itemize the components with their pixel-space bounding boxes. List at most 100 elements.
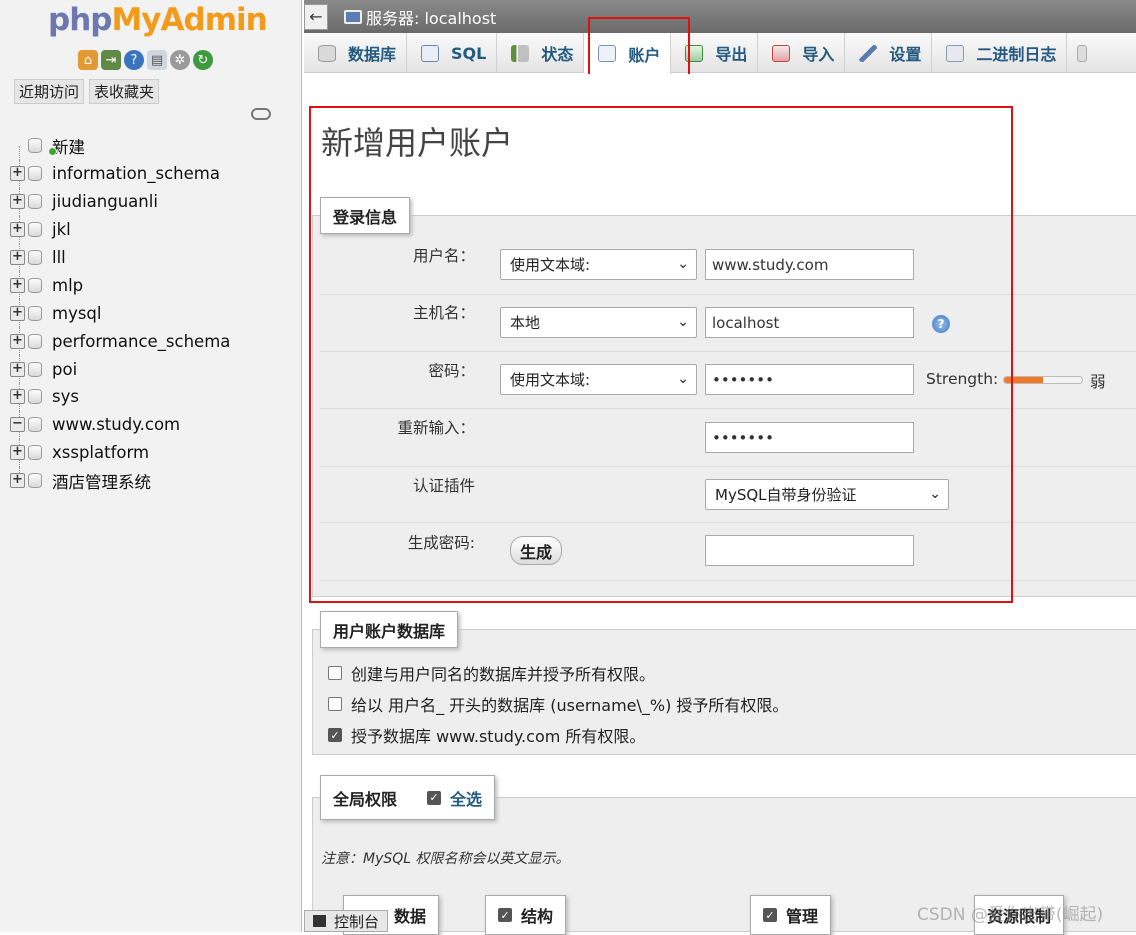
server-breadcrumb[interactable]: 服务器: localhost xyxy=(366,5,496,29)
tree-label[interactable]: 酒店管理系统 xyxy=(52,469,151,493)
tab-databases[interactable]: 数据库 xyxy=(304,33,408,73)
tab-status[interactable]: 状态 xyxy=(497,33,585,73)
tree-item-poi[interactable]: + poi xyxy=(10,355,300,384)
tree-item-sys[interactable]: + sys xyxy=(10,383,300,411)
select-all-checkbox[interactable]: ✓ xyxy=(427,790,442,805)
nav-tabs: 近期访问 表收藏夹 xyxy=(14,79,160,104)
create-same-name-db-option[interactable]: 创建与用户同名的数据库并授予所有权限。 xyxy=(328,661,655,685)
tab-accounts[interactable]: 账户 xyxy=(584,33,672,74)
expand-icon[interactable]: + xyxy=(10,361,25,377)
login-info-legend: 登录信息 xyxy=(320,197,411,234)
group-title: 管理 xyxy=(786,907,819,926)
tree-label[interactable]: mlp xyxy=(52,276,83,295)
strength-meter-fill xyxy=(1004,377,1043,383)
tab-label: 状态 xyxy=(541,45,574,64)
expand-icon[interactable]: + xyxy=(10,473,25,489)
tree-item-mlp[interactable]: + mlp xyxy=(10,271,300,300)
grant-prefix-db-option[interactable]: 给以 用户名_ 开头的数据库 (username\_%) 授予所有权限。 xyxy=(328,692,788,716)
tab-label: SQL xyxy=(451,43,487,63)
tree-label[interactable]: 新建 xyxy=(52,134,85,158)
tree-item-performance-schema[interactable]: + performance_schema xyxy=(10,327,300,356)
database-icon xyxy=(28,194,42,210)
select-value: 本地 xyxy=(510,314,541,332)
tree-label[interactable]: poi xyxy=(52,360,77,379)
tree-item-jkl[interactable]: + jkl xyxy=(10,215,300,244)
retype-password-input[interactable]: ••••••• xyxy=(705,422,914,453)
reload-icon[interactable]: ↻ xyxy=(193,50,213,70)
host-input[interactable]: localhost xyxy=(705,307,914,338)
new-database-icon xyxy=(28,138,42,154)
expand-icon[interactable]: + xyxy=(10,389,25,405)
tree-label[interactable]: jkl xyxy=(52,220,71,239)
sql-icon xyxy=(421,44,440,62)
expand-icon[interactable]: + xyxy=(10,305,25,321)
home-icon[interactable]: ⌂ xyxy=(78,50,98,70)
tree-item-hotel-system[interactable]: + 酒店管理系统 xyxy=(10,466,300,495)
tab-import[interactable]: 导入 xyxy=(758,33,846,73)
username-label: 用户名： xyxy=(412,247,475,265)
help-icon[interactable]: ? xyxy=(124,50,144,70)
expand-icon[interactable]: + xyxy=(10,222,25,238)
expand-icon[interactable]: + xyxy=(10,250,25,265)
link-chain-icon[interactable] xyxy=(251,108,271,120)
phpmyadmin-logo[interactable]: phpMyAdmin xyxy=(48,2,268,38)
settings-gear-icon[interactable]: ✲ xyxy=(170,50,190,70)
console-toggle[interactable]: 控制台 xyxy=(304,910,389,932)
tree-item-information-schema[interactable]: + information_schema xyxy=(10,159,300,188)
tree-item-new[interactable]: 新建 xyxy=(10,132,300,160)
tree-label[interactable]: www.study.com xyxy=(52,415,180,434)
expand-icon[interactable]: + xyxy=(10,166,25,182)
tree-label[interactable]: information_schema xyxy=(52,164,220,183)
recent-tab[interactable]: 近期访问 xyxy=(14,79,85,104)
tree-label[interactable]: mysql xyxy=(52,304,102,323)
tree-item-mysql[interactable]: + mysql xyxy=(10,299,300,328)
tab-more[interactable] xyxy=(1067,33,1099,73)
documentation-icon[interactable]: ▤ xyxy=(147,50,167,70)
auth-plugin-select[interactable]: MySQL自带身份验证 ⌄ xyxy=(705,479,949,510)
password-input[interactable]: ••••••• xyxy=(705,364,914,395)
generated-password-input[interactable] xyxy=(705,535,914,566)
group-title: 结构 xyxy=(521,907,554,926)
password-type-select[interactable]: 使用文本域: ⌄ xyxy=(500,364,697,395)
checkbox[interactable] xyxy=(328,697,342,711)
tab-sql[interactable]: SQL xyxy=(407,33,498,73)
add-dot-icon xyxy=(48,147,57,156)
tree-label[interactable]: sys xyxy=(52,387,79,406)
tree-item-jiudianguanli[interactable]: + jiudianguanli xyxy=(10,187,300,216)
tree-item-lll[interactable]: + lll xyxy=(10,243,300,272)
username-input[interactable]: www.study.com xyxy=(705,249,914,280)
database-icon xyxy=(28,445,42,461)
grant-db-option[interactable]: ✓ 授予数据库 www.study.com 所有权限。 xyxy=(328,723,645,747)
collapse-icon[interactable]: − xyxy=(10,417,25,433)
checkbox-checked[interactable]: ✓ xyxy=(763,908,777,922)
expand-icon[interactable]: + xyxy=(10,277,25,293)
tree-item-xssplatform[interactable]: + xssplatform xyxy=(10,438,300,467)
logout-icon[interactable]: ⇥ xyxy=(101,50,121,70)
select-all-label[interactable]: 全选 xyxy=(450,786,482,810)
tab-export[interactable]: 导出 xyxy=(671,33,759,73)
checkbox[interactable] xyxy=(328,666,342,680)
tree-label[interactable]: jiudianguanli xyxy=(52,192,158,211)
expand-icon[interactable]: + xyxy=(10,445,25,461)
tree-item-www-study-com[interactable]: − www.study.com xyxy=(10,410,300,439)
host-type-select[interactable]: 本地 ⌄ xyxy=(500,307,697,338)
generate-password-button[interactable]: 生成 xyxy=(510,536,563,565)
chevron-down-icon: ⌄ xyxy=(677,371,689,387)
database-icon xyxy=(28,333,42,349)
tree-label[interactable]: lll xyxy=(52,248,66,267)
back-arrow-icon[interactable]: ← xyxy=(304,3,328,30)
checkbox-checked[interactable]: ✓ xyxy=(328,728,342,742)
database-icon xyxy=(28,361,42,377)
username-type-select[interactable]: 使用文本域: ⌄ xyxy=(500,249,697,280)
expand-icon[interactable]: + xyxy=(10,333,25,349)
tab-binary-log[interactable]: 二进制日志 xyxy=(932,33,1068,73)
favorites-tab[interactable]: 表收藏夹 xyxy=(89,79,160,104)
tab-label: 导出 xyxy=(715,45,748,64)
expand-icon[interactable]: + xyxy=(10,194,25,210)
tree-label[interactable]: xssplatform xyxy=(52,443,149,462)
tree-label[interactable]: performance_schema xyxy=(52,332,230,351)
help-icon[interactable]: ? xyxy=(932,315,950,333)
tab-settings[interactable]: 设置 xyxy=(845,33,933,73)
checkbox-checked[interactable]: ✓ xyxy=(498,908,512,922)
